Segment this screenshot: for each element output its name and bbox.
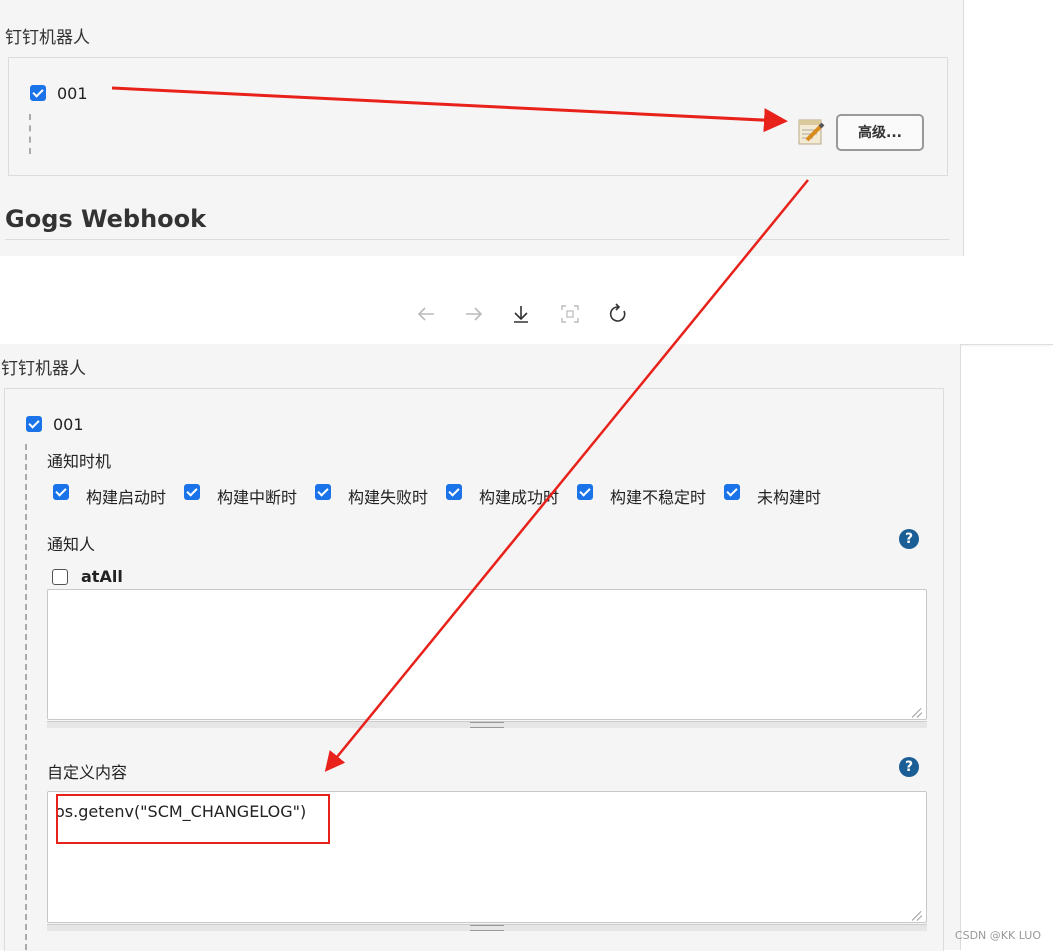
arrow-to-custom-content	[324, 179, 809, 772]
annotation-arrows	[111, 86, 809, 772]
watermark: CSDN @KK LUO	[954, 929, 1041, 942]
arrow-to-edit-icon	[111, 86, 788, 133]
